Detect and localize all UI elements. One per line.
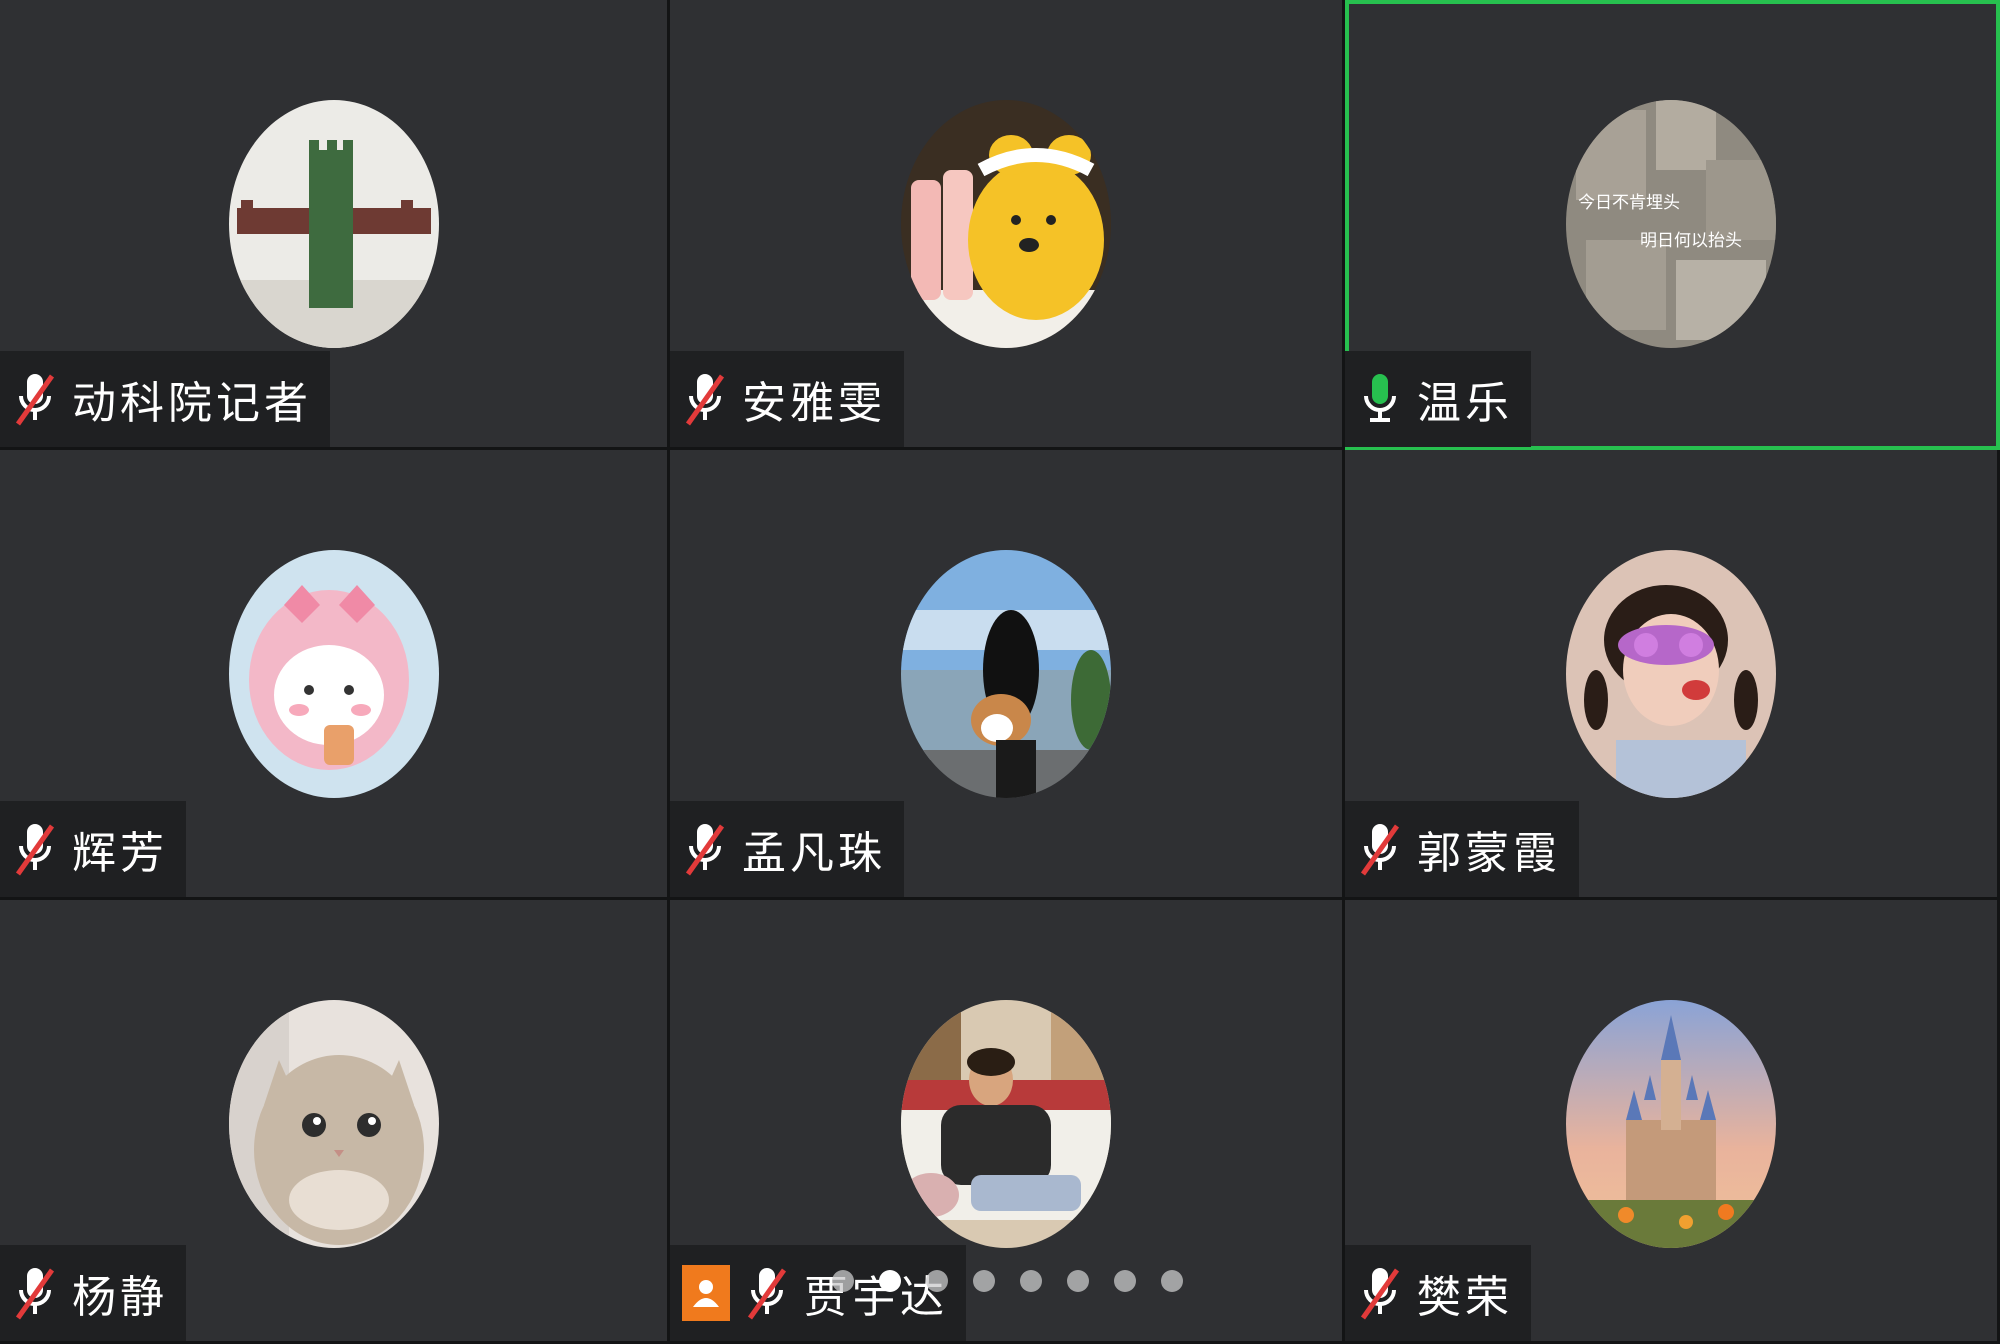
participant-tile[interactable]: 杨静	[0, 900, 670, 1344]
participant-name-tag: 郭蒙霞	[1345, 801, 1579, 897]
participant-name: 孟凡珠	[742, 828, 886, 879]
avatar-caption-line1: 今日不肯埋头	[1578, 193, 1680, 213]
participant-name-tag: 动科院记者	[0, 351, 330, 447]
participant-name: 温乐	[1417, 378, 1513, 429]
participant-name-tag: 辉芳	[0, 801, 186, 897]
grey-cat-avatar	[228, 1000, 439, 1248]
participant-tile[interactable]: 郭蒙霞	[1345, 450, 2000, 900]
page-dot[interactable]	[926, 1270, 948, 1292]
participant-name-tag: 贾宇达	[670, 1245, 966, 1341]
participant-tile[interactable]: 樊荣	[1345, 900, 2000, 1344]
participant-name-tag: 樊荣	[1345, 1245, 1531, 1341]
mic-muted-icon	[682, 370, 728, 428]
mic-muted-icon	[744, 1264, 790, 1322]
page-indicator[interactable]	[832, 1270, 1183, 1292]
mic-muted-icon	[682, 820, 728, 878]
participant-name: 郭蒙霞	[1417, 828, 1561, 879]
participant-tile[interactable]: 安雅雯	[670, 0, 1345, 450]
participant-tile[interactable]: 动科院记者	[0, 0, 670, 450]
page-dot[interactable]	[832, 1270, 854, 1292]
lego-brick-avatar	[228, 100, 439, 348]
yellow-bear-avatar	[901, 100, 1111, 348]
participant-name-tag: 杨静	[0, 1245, 186, 1341]
participant-tile-active-speaker[interactable]: 今日不肯埋头 明日何以抬头 温乐	[1345, 0, 2000, 450]
mic-muted-icon	[12, 1264, 58, 1322]
participant-tile[interactable]: 辉芳	[0, 450, 670, 900]
mic-active-icon	[1357, 370, 1403, 428]
participant-name-tag: 安雅雯	[670, 351, 904, 447]
page-dot[interactable]	[1067, 1270, 1089, 1292]
video-grid: 动科院记者 安雅雯 今日不肯埋头 明日何以抬头 温乐 辉芳 孟凡珠 郭蒙霞 杨静…	[0, 0, 2000, 1344]
mic-muted-icon	[1357, 1264, 1403, 1322]
page-dot[interactable]	[1114, 1270, 1136, 1292]
mic-muted-icon	[12, 820, 58, 878]
pink-bunny-avatar	[228, 550, 439, 798]
page-dot[interactable]	[973, 1270, 995, 1292]
page-dot[interactable]	[1020, 1270, 1042, 1292]
participant-name-tag: 孟凡珠	[670, 801, 904, 897]
mic-muted-icon	[12, 370, 58, 428]
participant-tile[interactable]: 孟凡珠	[670, 450, 1345, 900]
participant-name: 樊荣	[1417, 1272, 1513, 1323]
participant-name-tag: 温乐	[1345, 351, 1531, 447]
participant-name: 杨静	[72, 1272, 168, 1323]
page-dot[interactable]	[879, 1270, 901, 1292]
man-on-sofa-avatar	[901, 1000, 1111, 1248]
girl-flower-glasses-avatar	[1566, 550, 1776, 798]
page-dot[interactable]	[1161, 1270, 1183, 1292]
avatar-caption-line2: 明日何以抬头	[1640, 231, 1742, 251]
collage-text-avatar: 今日不肯埋头 明日何以抬头	[1566, 100, 1776, 348]
host-user-icon	[682, 1265, 730, 1321]
mic-muted-icon	[1357, 820, 1403, 878]
participant-name: 安雅雯	[742, 378, 886, 429]
participant-name: 动科院记者	[72, 378, 312, 429]
girl-with-dog-avatar	[901, 550, 1111, 798]
castle-avatar	[1566, 1000, 1776, 1248]
participant-name: 辉芳	[72, 828, 168, 879]
